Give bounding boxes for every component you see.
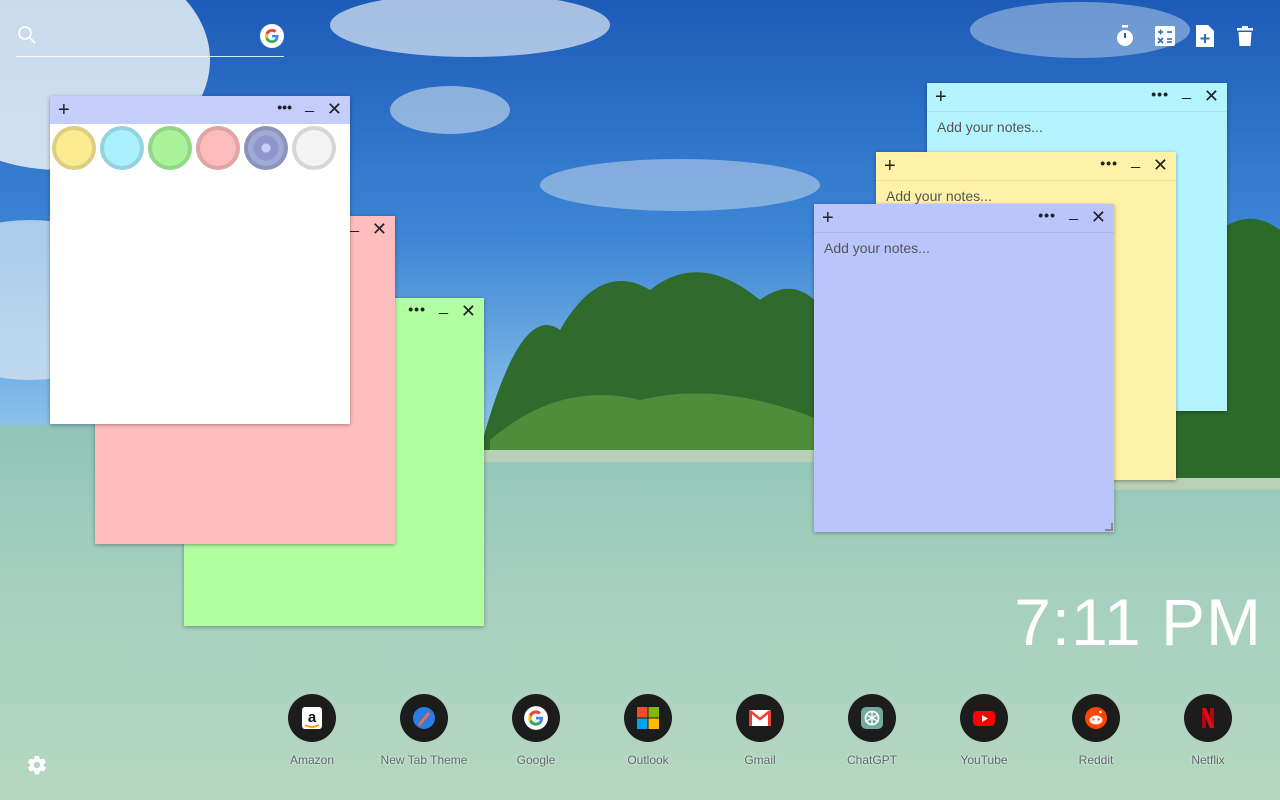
color-swatch-white[interactable]	[292, 126, 336, 170]
note-periwinkle[interactable]: + ••• _ ✕ Add your notes...	[814, 204, 1114, 532]
more-options-icon[interactable]: •••	[1151, 86, 1169, 102]
minimize-icon[interactable]: _	[439, 298, 448, 316]
dock-app-label: Google	[516, 753, 556, 767]
close-icon[interactable]: ✕	[461, 300, 476, 322]
calculator-button[interactable]	[1154, 24, 1176, 48]
gmail-icon	[736, 694, 784, 742]
color-swatches	[52, 126, 336, 170]
close-icon[interactable]: ✕	[1204, 85, 1219, 107]
color-swatch-green[interactable]	[148, 126, 192, 170]
note-color-picker[interactable]: + ••• _ ✕	[50, 96, 350, 424]
more-options-icon[interactable]: •••	[1100, 155, 1118, 171]
color-swatch-yellow[interactable]	[52, 126, 96, 170]
stopwatch-icon	[1117, 25, 1133, 46]
add-icon[interactable]: +	[884, 154, 896, 178]
close-icon[interactable]: ✕	[1091, 206, 1106, 228]
more-options-icon[interactable]: •••	[1038, 207, 1056, 223]
close-icon[interactable]: ✕	[372, 218, 387, 240]
dock-app-label: ChatGPT	[846, 753, 897, 767]
note-header[interactable]: + ••• _ ✕	[814, 204, 1114, 233]
dock-app-label: Outlook	[627, 753, 669, 767]
more-options-icon[interactable]: •••	[277, 99, 292, 115]
minimize-icon[interactable]: _	[350, 216, 359, 234]
dock-app-netflix[interactable]: Netflix	[1152, 694, 1264, 767]
add-icon[interactable]: +	[58, 98, 70, 122]
google-search-engine-icon[interactable]	[260, 24, 284, 48]
minimize-icon[interactable]: _	[1069, 204, 1078, 222]
color-swatch-periwinkle[interactable]	[244, 126, 288, 170]
dock-app-label: Gmail	[744, 753, 776, 767]
dock-app-new-tab-theme[interactable]: New Tab Theme	[368, 694, 480, 767]
amazon-icon: a	[288, 694, 336, 742]
delete-button[interactable]	[1234, 24, 1256, 48]
stopwatch-button[interactable]	[1114, 24, 1136, 48]
dock-app-youtube[interactable]: YouTube	[928, 694, 1040, 767]
trash-icon	[1237, 26, 1253, 46]
chatgpt-icon	[848, 694, 896, 742]
dock-app-label: New Tab Theme	[380, 753, 468, 767]
minimize-icon[interactable]: _	[305, 96, 314, 114]
minimize-icon[interactable]: _	[1131, 152, 1140, 170]
netflix-icon	[1184, 694, 1232, 742]
youtube-icon	[960, 694, 1008, 742]
note-header[interactable]: + ••• _ ✕	[876, 152, 1176, 181]
dock-app-gmail[interactable]: Gmail	[704, 694, 816, 767]
dock-app-label: Reddit	[1078, 753, 1114, 767]
clock: 7:11 PM	[1014, 585, 1262, 659]
app-dock: a Amazon New Tab Theme Google Outlook Gmail Ch…	[256, 694, 1264, 767]
search-icon	[18, 26, 36, 44]
note-header[interactable]: + ••• _ ✕	[50, 96, 350, 124]
resize-handle[interactable]	[1105, 523, 1113, 531]
minimize-icon[interactable]: _	[1182, 83, 1191, 101]
add-icon[interactable]: +	[935, 85, 947, 109]
add-note-button[interactable]	[1194, 24, 1216, 48]
search-bar[interactable]	[16, 22, 284, 57]
settings-gear-icon[interactable]	[26, 754, 48, 776]
color-swatch-cyan[interactable]	[100, 126, 144, 170]
google-icon	[512, 694, 560, 742]
dock-app-amazon[interactable]: a Amazon	[256, 694, 368, 767]
note-text-area[interactable]: Add your notes...	[824, 240, 1104, 256]
color-swatch-pink[interactable]	[196, 126, 240, 170]
dock-app-outlook[interactable]: Outlook	[592, 694, 704, 767]
calculator-icon	[1155, 26, 1175, 46]
close-icon[interactable]: ✕	[327, 98, 342, 120]
note-text-area[interactable]: Add your notes...	[886, 188, 1166, 204]
dock-app-reddit[interactable]: Reddit	[1040, 694, 1152, 767]
close-icon[interactable]: ✕	[1153, 154, 1168, 176]
dock-app-google[interactable]: Google	[480, 694, 592, 767]
add-icon[interactable]: +	[822, 206, 834, 230]
add-note-icon	[1196, 25, 1214, 47]
dock-app-label: YouTube	[960, 753, 1008, 767]
svg-text:a: a	[308, 709, 317, 726]
top-toolbar	[1114, 24, 1256, 48]
dock-app-label: Amazon	[289, 753, 335, 767]
reddit-icon	[1072, 694, 1120, 742]
new-tab-theme-icon	[400, 694, 448, 742]
dock-app-chatgpt[interactable]: ChatGPT	[816, 694, 928, 767]
dock-app-label: Netflix	[1191, 753, 1225, 767]
outlook-icon	[624, 694, 672, 742]
search-input[interactable]	[46, 26, 250, 50]
note-text-area[interactable]: Add your notes...	[937, 119, 1217, 135]
more-options-icon[interactable]: •••	[408, 301, 426, 317]
note-header[interactable]: + ••• _ ✕	[927, 83, 1227, 112]
